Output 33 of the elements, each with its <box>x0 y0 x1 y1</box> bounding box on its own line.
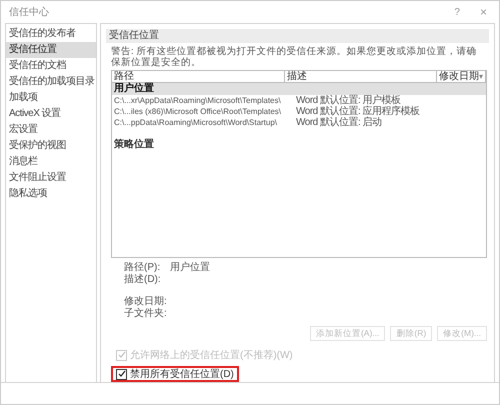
option-label: 允许网络上的受信任位置(不推荐)(W) <box>130 348 293 362</box>
description-cell-text: Word 默认位置: 用户模板 <box>295 95 401 106</box>
window-title: 信任中心 <box>9 6 49 20</box>
group-header[interactable]: 用户位置 <box>112 83 486 95</box>
path-cell-text: C:\...iles (x86)\Microsoft Office\Root\Templates\ <box>113 106 282 117</box>
check-icon <box>118 351 126 359</box>
sidebar-item[interactable]: 加载项 <box>6 90 96 106</box>
sidebar-item[interactable]: 受保护的视图 <box>6 138 96 154</box>
sidebar-item[interactable]: 受信任的发布者 <box>6 26 96 42</box>
description-cell-text: Word 默认位置: 应用程序模板 <box>295 106 421 117</box>
path-cell-text: C:\...xr\AppData\Roaming\Microsoft\Templates\ <box>113 95 282 106</box>
detail-label: 子文件夹: <box>124 308 168 320</box>
detail-value: 用户位置 <box>170 262 210 274</box>
sidebar-item[interactable]: 受信任的加载项目录 <box>6 74 96 90</box>
sidebar-item[interactable]: 消息栏 <box>6 154 96 170</box>
sidebar-item[interactable]: 文件阻止设置 <box>6 170 96 186</box>
warning-text: 警告: 所有这些位置都被视为打开文件的受信任来源。如果您更改或添加位置，请确保新位置是安全的。 <box>110 46 478 68</box>
check-icon <box>118 370 126 378</box>
detail-label: 修改日期: <box>124 296 168 308</box>
group-header[interactable]: 策略位置 <box>112 139 486 151</box>
section-header: 受信任位置 <box>106 29 489 43</box>
description-cell-text: Word 默认位置: 启动 <box>295 117 383 128</box>
option-label: 禁用所有受信任位置(D) <box>130 368 234 382</box>
sidebar-item[interactable]: 受信任位置 <box>6 42 96 58</box>
path-cell-text: C:\...ppData\Roaming\Microsoft\Word\Startup\ <box>113 117 278 128</box>
detail-label: 路径(P): <box>124 262 162 274</box>
sidebar-item[interactable]: 宏设置 <box>6 122 96 138</box>
detail-label: 描述(D): <box>124 274 162 286</box>
checkbox[interactable] <box>116 368 127 380</box>
sidebar-item[interactable]: 隐私选项 <box>6 186 96 202</box>
sidebar-item[interactable]: ActiveX 设置 <box>6 106 96 122</box>
sidebar-item[interactable]: 受信任的文档 <box>6 58 96 74</box>
sort-indicator: ▾ <box>479 71 483 82</box>
